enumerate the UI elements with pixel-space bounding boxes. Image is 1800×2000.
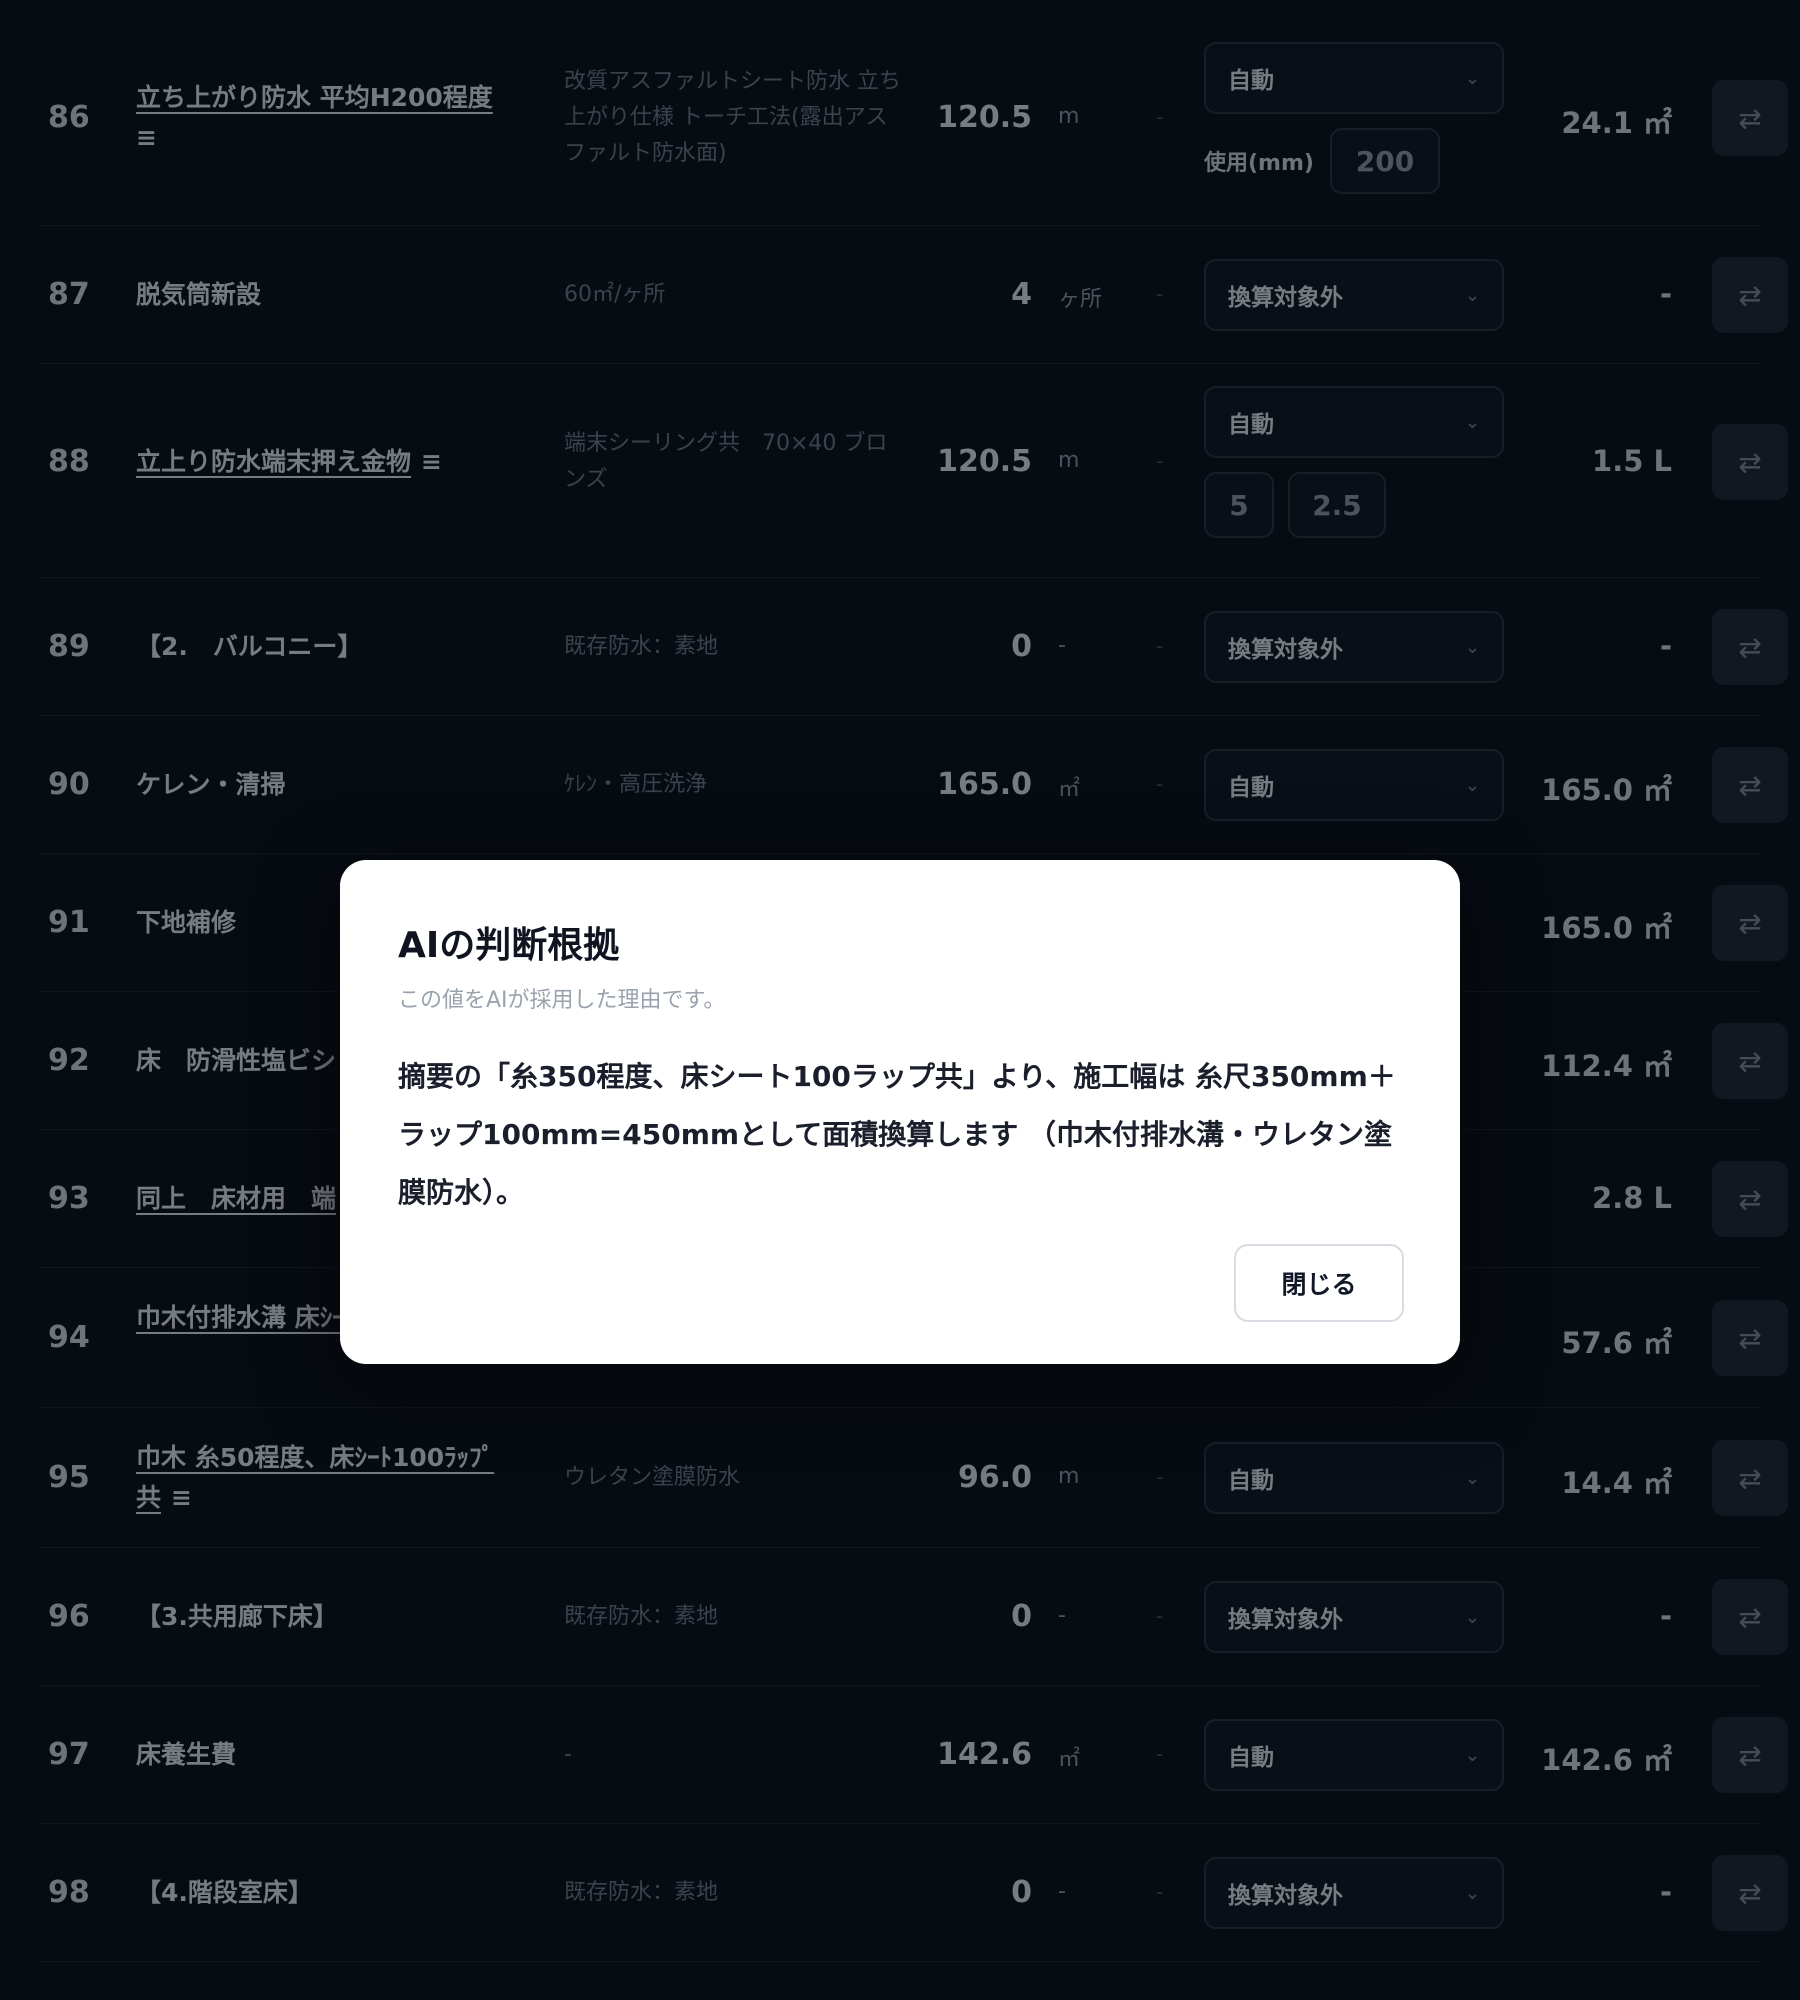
dialog-title: AIの判断根拠 (398, 925, 620, 966)
dialog-body: 摘要の「糸350程度、床シート100ラップ共」より、施工幅は 糸尺350mm＋ラ… (398, 1060, 1396, 1209)
dialog-subtitle: この値をAIが採用した理由です。 (398, 988, 726, 1013)
close-button[interactable]: 閉じる (1234, 1244, 1404, 1322)
ai-reason-dialog: AIの判断根拠 この値をAIが採用した理由です。 摘要の「糸350程度、床シート… (340, 860, 1460, 1364)
